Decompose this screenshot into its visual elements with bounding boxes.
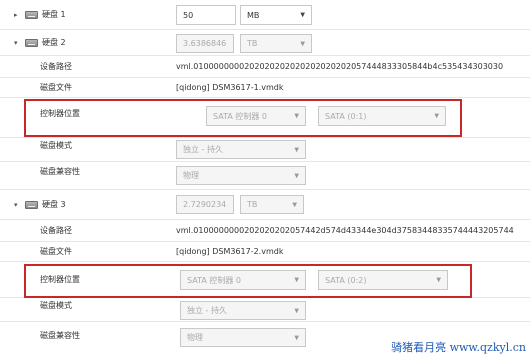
disk3-disk-file-label: 磁盘文件	[40, 247, 72, 256]
chevron-down-icon: ▼	[294, 334, 299, 341]
chevron-down-icon: ▼	[300, 11, 305, 19]
disk2-mode-select[interactable]: 独立 - 持久 ▼	[176, 140, 306, 159]
disk2-device-path-value: vml.010000000020202020202020202020205744…	[176, 62, 504, 71]
disk3-device-path-label: 设备路径	[40, 226, 72, 235]
disk3-label: 硬盘 3	[42, 200, 66, 209]
disk1-label: 硬盘 1	[42, 10, 66, 19]
triangle-down-icon[interactable]: ▾	[14, 201, 22, 209]
disk3-unit-select[interactable]: TB ▼	[240, 195, 304, 214]
disk2-controller-highlight	[24, 99, 462, 137]
disk3-device-path-row: 设备路径 vml.0100000000202020202057442d574d4…	[0, 220, 530, 242]
chevron-down-icon: ▼	[292, 201, 297, 208]
disk2-label: 硬盘 2	[42, 38, 66, 47]
disk3-disk-file-value: [qidong] DSM3617-2.vmdk	[176, 247, 284, 256]
hard-disk-icon	[25, 38, 38, 47]
disk3-toggle[interactable]: ▾ 硬盘 3	[14, 190, 66, 219]
chevron-down-icon: ▼	[294, 172, 299, 179]
disk2-disk-file-label: 磁盘文件	[40, 83, 72, 92]
disk2-compat-label: 磁盘兼容性	[40, 167, 80, 176]
disk2-disk-file-row: 磁盘文件 [qidong] DSM3617-1.vmdk	[0, 78, 530, 98]
disk3-mode-label: 磁盘模式	[40, 301, 72, 310]
hard-disk-icon	[25, 200, 38, 209]
disk3-disk-file-row: 磁盘文件 [qidong] DSM3617-2.vmdk	[0, 242, 530, 262]
disk3-header-row: ▾ 硬盘 3 2.7290234 TB ▼	[0, 190, 530, 220]
disk2-compat-row: 磁盘兼容性 物理 ▼	[0, 162, 530, 190]
disk2-toggle[interactable]: ▾ 硬盘 2	[14, 30, 66, 55]
disk2-header-row: ▾ 硬盘 2 3.6386846 TB ▼	[0, 30, 530, 56]
disk2-device-path-label: 设备路径	[40, 62, 72, 71]
disk1-size-input[interactable]: 50	[176, 5, 236, 25]
watermark-text: 骑猪看月亮 www.qzkyl.cn	[391, 341, 526, 354]
disk3-device-path-value: vml.0100000000202020202057442d574d43344e…	[176, 226, 514, 235]
chevron-down-icon: ▼	[294, 307, 299, 314]
triangle-down-icon[interactable]: ▾	[14, 39, 22, 47]
disk2-unit-select[interactable]: TB ▼	[240, 34, 312, 53]
disk1-header-row: ▸ 硬盘 1 50 MB ▼	[0, 0, 530, 30]
disk3-size-input[interactable]: 2.7290234	[176, 195, 234, 214]
disk2-size-input[interactable]: 3.6386846	[176, 34, 234, 53]
disk3-compat-label: 磁盘兼容性	[40, 331, 80, 340]
disk3-controller-highlight	[24, 264, 472, 298]
disk2-disk-file-value: [qidong] DSM3617-1.vmdk	[176, 83, 284, 92]
disk3-compat-select[interactable]: 物理 ▼	[180, 328, 306, 347]
disk1-toggle[interactable]: ▸ 硬盘 1	[14, 0, 66, 29]
disk2-mode-label: 磁盘模式	[40, 141, 72, 150]
disk2-device-path-row: 设备路径 vml.0100000000202020202020202020202…	[0, 56, 530, 78]
disk2-compat-select[interactable]: 物理 ▼	[176, 166, 306, 185]
hard-disk-icon	[25, 10, 38, 19]
disk3-mode-select[interactable]: 独立 - 持久 ▼	[180, 301, 306, 320]
disk1-unit-select[interactable]: MB ▼	[240, 5, 312, 25]
disk3-mode-row: 磁盘模式 独立 - 持久 ▼	[0, 298, 530, 322]
chevron-down-icon: ▼	[294, 146, 299, 153]
disk2-mode-row: 磁盘模式 独立 - 持久 ▼	[0, 138, 530, 162]
chevron-down-icon: ▼	[300, 40, 305, 47]
triangle-right-icon[interactable]: ▸	[14, 11, 22, 19]
